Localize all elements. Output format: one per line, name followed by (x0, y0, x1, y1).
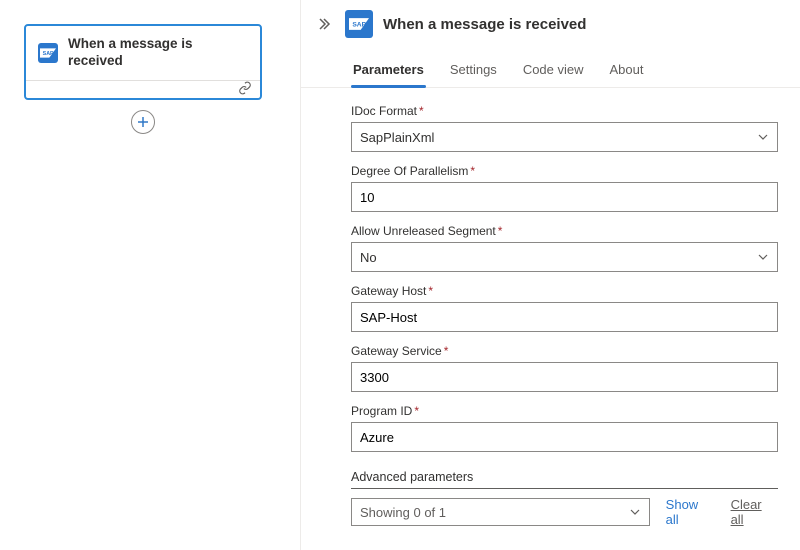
details-panel: SAP When a message is received Parameter… (300, 0, 800, 550)
tab-parameters[interactable]: Parameters (351, 56, 426, 87)
unreleased-value: No (360, 250, 377, 265)
parallelism-label: Degree Of Parallelism* (351, 164, 778, 178)
add-step-button[interactable] (131, 110, 155, 134)
advanced-parameters-select[interactable]: Showing 0 of 1 (351, 498, 650, 526)
gateway-service-input[interactable] (351, 362, 778, 392)
designer-canvas: SAP When a message is received (0, 0, 300, 550)
sap-icon: SAP (345, 10, 373, 38)
chevron-down-icon (757, 251, 769, 263)
panel-body: IDoc Format* SapPlainXml Degree Of Paral… (301, 88, 800, 550)
trigger-card-title: When a message is received (68, 36, 248, 70)
chevron-down-icon (757, 131, 769, 143)
trigger-card-header: SAP When a message is received (26, 26, 260, 80)
gateway-service-label: Gateway Service* (351, 344, 778, 358)
panel-header: SAP When a message is received (301, 0, 800, 38)
svg-text:SAP: SAP (43, 51, 54, 57)
tab-about[interactable]: About (608, 56, 646, 87)
show-all-button[interactable]: Show all (666, 497, 715, 527)
unreleased-label: Allow Unreleased Segment* (351, 224, 778, 238)
trigger-card[interactable]: SAP When a message is received (24, 24, 262, 100)
parallelism-input[interactable] (351, 182, 778, 212)
tab-settings[interactable]: Settings (448, 56, 499, 87)
advanced-parameters-title: Advanced parameters (351, 470, 778, 489)
gateway-host-label: Gateway Host* (351, 284, 778, 298)
clear-all-button[interactable]: Clear all (731, 497, 778, 527)
panel-tabs: Parameters Settings Code view About (301, 38, 800, 88)
chevron-down-icon (629, 506, 641, 518)
idoc-format-value: SapPlainXml (360, 130, 434, 145)
idoc-format-label: IDoc Format* (351, 104, 778, 118)
unreleased-select[interactable]: No (351, 242, 778, 272)
connection-icon (238, 81, 252, 98)
program-id-input[interactable] (351, 422, 778, 452)
sap-icon: SAP (38, 43, 58, 63)
advanced-parameters-value: Showing 0 of 1 (360, 505, 446, 520)
tab-code-view[interactable]: Code view (521, 56, 586, 87)
gateway-host-input[interactable] (351, 302, 778, 332)
advanced-parameters-section: Advanced parameters Showing 0 of 1 Show … (351, 470, 778, 527)
program-id-label: Program ID* (351, 404, 778, 418)
trigger-card-footer (26, 80, 260, 98)
collapse-panel-button[interactable] (313, 13, 335, 35)
panel-title: When a message is received (383, 16, 586, 33)
idoc-format-select[interactable]: SapPlainXml (351, 122, 778, 152)
svg-text:SAP: SAP (352, 22, 366, 29)
